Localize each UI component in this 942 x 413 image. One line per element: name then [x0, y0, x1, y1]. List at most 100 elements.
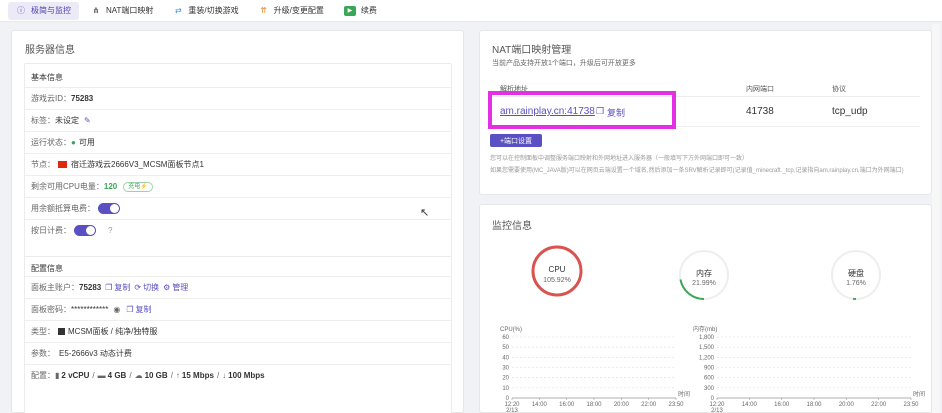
- cpu-chart: CPU(%)605040302010012:202/1314:00 16:00 18…: [500, 327, 690, 413]
- resource-row: 配置： ▮ 2 vCPU / ▬ 4 GB / ☁ 10 GB / ↑ 15 Mbps…: [25, 364, 451, 386]
- tab-monitor[interactable]: ⓘ 极简与监控: [8, 1, 79, 20]
- tab-renew[interactable]: ▶ 续费: [336, 2, 385, 20]
- nat-protocol: tcp_udp: [832, 106, 868, 117]
- status-ok-icon: ●: [71, 138, 76, 147]
- spec-value: E5-2666v3 动态计费: [59, 349, 132, 358]
- ram-icon: ▬: [97, 371, 106, 380]
- cpu-icon: ▮: [55, 371, 60, 380]
- copy-icon[interactable]: ❐: [126, 305, 133, 314]
- tab-reinstall[interactable]: ⇄ 重装/切换游戏: [165, 2, 246, 20]
- chart-xtick: 14:00: [742, 402, 758, 408]
- upload-icon: ↑: [175, 371, 180, 380]
- chart-ytick: 30: [502, 366, 509, 372]
- panel-password-value: ************: [71, 305, 109, 314]
- node-row: 节点： 宿迁游戏云2666V3_MCSM面板节点1: [25, 153, 451, 175]
- gear-icon[interactable]: ⚙: [163, 283, 170, 292]
- chart-xtick: 16:00: [774, 402, 790, 408]
- panel-user-value: 75283: [79, 283, 102, 292]
- config-info-heading: 配置信息: [31, 264, 63, 273]
- chart-xtick: 20:00: [614, 402, 630, 408]
- help-icon[interactable]: ?: [108, 226, 112, 235]
- chart-xunit: 时间: [678, 390, 690, 398]
- chart-ytick: 600: [704, 376, 715, 382]
- tab-upgrade[interactable]: ⇈ 升级/变更配置: [251, 2, 332, 20]
- balance-toggle[interactable]: [98, 203, 120, 214]
- tab-label: 续费: [360, 6, 377, 15]
- tag-value: 未设定: [55, 116, 79, 125]
- chart-ytick: 1,200: [699, 355, 715, 361]
- eye-icon[interactable]: ◉: [113, 305, 120, 314]
- chart-ytick: 40: [502, 355, 509, 361]
- copy-user-link[interactable]: 复制: [114, 282, 130, 293]
- copy-icon[interactable]: ❐: [105, 283, 112, 292]
- daily-billing-row: 按日计费： ?: [25, 219, 451, 241]
- chart-ylabel: CPU(%): [500, 327, 522, 333]
- switch-link[interactable]: 切换: [143, 282, 159, 293]
- chart-ytick: 900: [704, 366, 715, 372]
- nat-header-port: 内网端口: [746, 86, 774, 93]
- monitor-title: 监控信息: [492, 221, 532, 232]
- disk-gauge-label: 硬盘: [848, 269, 864, 278]
- swap-icon: ⇄: [175, 6, 182, 15]
- disk-gauge-value: 1.76%: [846, 280, 866, 287]
- chart-ytick: 1,800: [699, 335, 715, 341]
- chart-ytick: 20: [502, 376, 509, 382]
- nat-hint-1: 您可以在控制面板中调整服务端口映射和外网地址进入服务器（一般填写下方外网端口即可…: [490, 156, 749, 162]
- nat-description: 当前产品支持开放1个端口，升级后可开放更多: [492, 60, 636, 67]
- config-info-card: 配置信息 面板主账户： 75283 ❐ 复制 ⟳ 切换 ⚙ 管理 面板密码： *…: [24, 256, 452, 413]
- mouse-cursor-icon: ↖: [420, 207, 430, 219]
- tab-label: 极简与监控: [31, 6, 71, 15]
- balance-row: 用余额抵算电费：: [25, 197, 451, 219]
- switch-icon[interactable]: ⟳: [134, 283, 141, 292]
- type-value: MCSM面板 / 纯净/独特服: [68, 327, 158, 336]
- chart-xtick: 18:00: [806, 402, 822, 408]
- chart-ytick: 10: [502, 386, 509, 392]
- copy-password-link[interactable]: 复制: [136, 304, 152, 315]
- cpu-credit-value: 120: [103, 182, 118, 191]
- tab-bar: ⓘ 极简与监控 ⋔ NAT端口映射 ⇄ 重装/切换游戏 ⇈ 升级/变更配置 ▶ …: [0, 0, 942, 22]
- chart-xtick: 2/13: [506, 408, 518, 413]
- network-icon: ⋔: [92, 6, 100, 15]
- memory-gauge-value: 21.99%: [692, 280, 716, 287]
- chart-xtick: 16:00: [559, 402, 575, 408]
- tab-nat[interactable]: ⋔ NAT端口映射: [83, 2, 161, 20]
- manage-link[interactable]: 管理: [172, 282, 188, 293]
- server-info-panel: 服务器信息 基本信息 游戏云ID： 75283 标签： 未设定 ✎ 运行状态： …: [11, 30, 464, 413]
- chart-xtick: 22:00: [641, 402, 657, 408]
- cpu-credit-row: 剩余可用CPU电量： 120 充电⚡: [25, 175, 451, 197]
- cpu-gauge-value: 105.92%: [543, 277, 571, 284]
- address-highlight-box: [488, 91, 676, 129]
- info-icon: ⓘ: [17, 6, 25, 15]
- cloud-id-value: 75283: [71, 94, 94, 103]
- nat-header-protocol: 协议: [832, 86, 846, 93]
- status-row: 运行状态： ● 可用: [25, 131, 451, 153]
- download-icon: ↓: [222, 371, 227, 380]
- server-info-title: 服务器信息: [25, 45, 75, 56]
- chart-xtick: 18:00: [586, 402, 602, 408]
- chart-xtick: 23:50: [903, 402, 919, 408]
- tab-label: NAT端口映射: [106, 6, 154, 15]
- spec-row: 参数： E5-2666v3 动态计费: [25, 342, 451, 364]
- nat-panel: NAT端口映射管理 当前产品支持开放1个端口，升级后可开放更多 解析地址 内网端…: [479, 30, 932, 195]
- scrollbar[interactable]: [932, 24, 940, 413]
- nat-inner-port: 41738: [746, 106, 774, 117]
- disk-icon: ☁: [134, 371, 143, 380]
- renew-icon: ▶: [343, 5, 356, 16]
- basic-info-card: 基本信息 游戏云ID： 75283 标签： 未设定 ✎ 运行状态： ● 可用 节…: [24, 63, 452, 278]
- edit-icon[interactable]: ✎: [84, 116, 91, 125]
- daily-billing-toggle[interactable]: [74, 225, 96, 236]
- chart-xtick: 2/13: [711, 408, 723, 413]
- china-flag-icon: [58, 161, 67, 168]
- port-settings-button[interactable]: +端口设置: [490, 134, 542, 147]
- chart-ytick: 60: [502, 335, 509, 341]
- upgrade-icon: ⇈: [260, 6, 267, 15]
- panel-password-row: 面板密码： ************ ◉ ❐ 复制: [25, 298, 451, 320]
- chart-xtick: 14:00: [532, 402, 548, 408]
- type-row: 类型： MCSM面板 / 纯净/独特服: [25, 320, 451, 342]
- chart-ytick: 1,500: [699, 345, 715, 351]
- chart-xtick: 22:00: [871, 402, 887, 408]
- chart-xunit: 时间: [913, 390, 925, 398]
- charge-badge[interactable]: 充电⚡: [123, 181, 153, 192]
- tag-row: 标签： 未设定 ✎: [25, 109, 451, 131]
- memory-gauge-label: 内存: [696, 269, 712, 278]
